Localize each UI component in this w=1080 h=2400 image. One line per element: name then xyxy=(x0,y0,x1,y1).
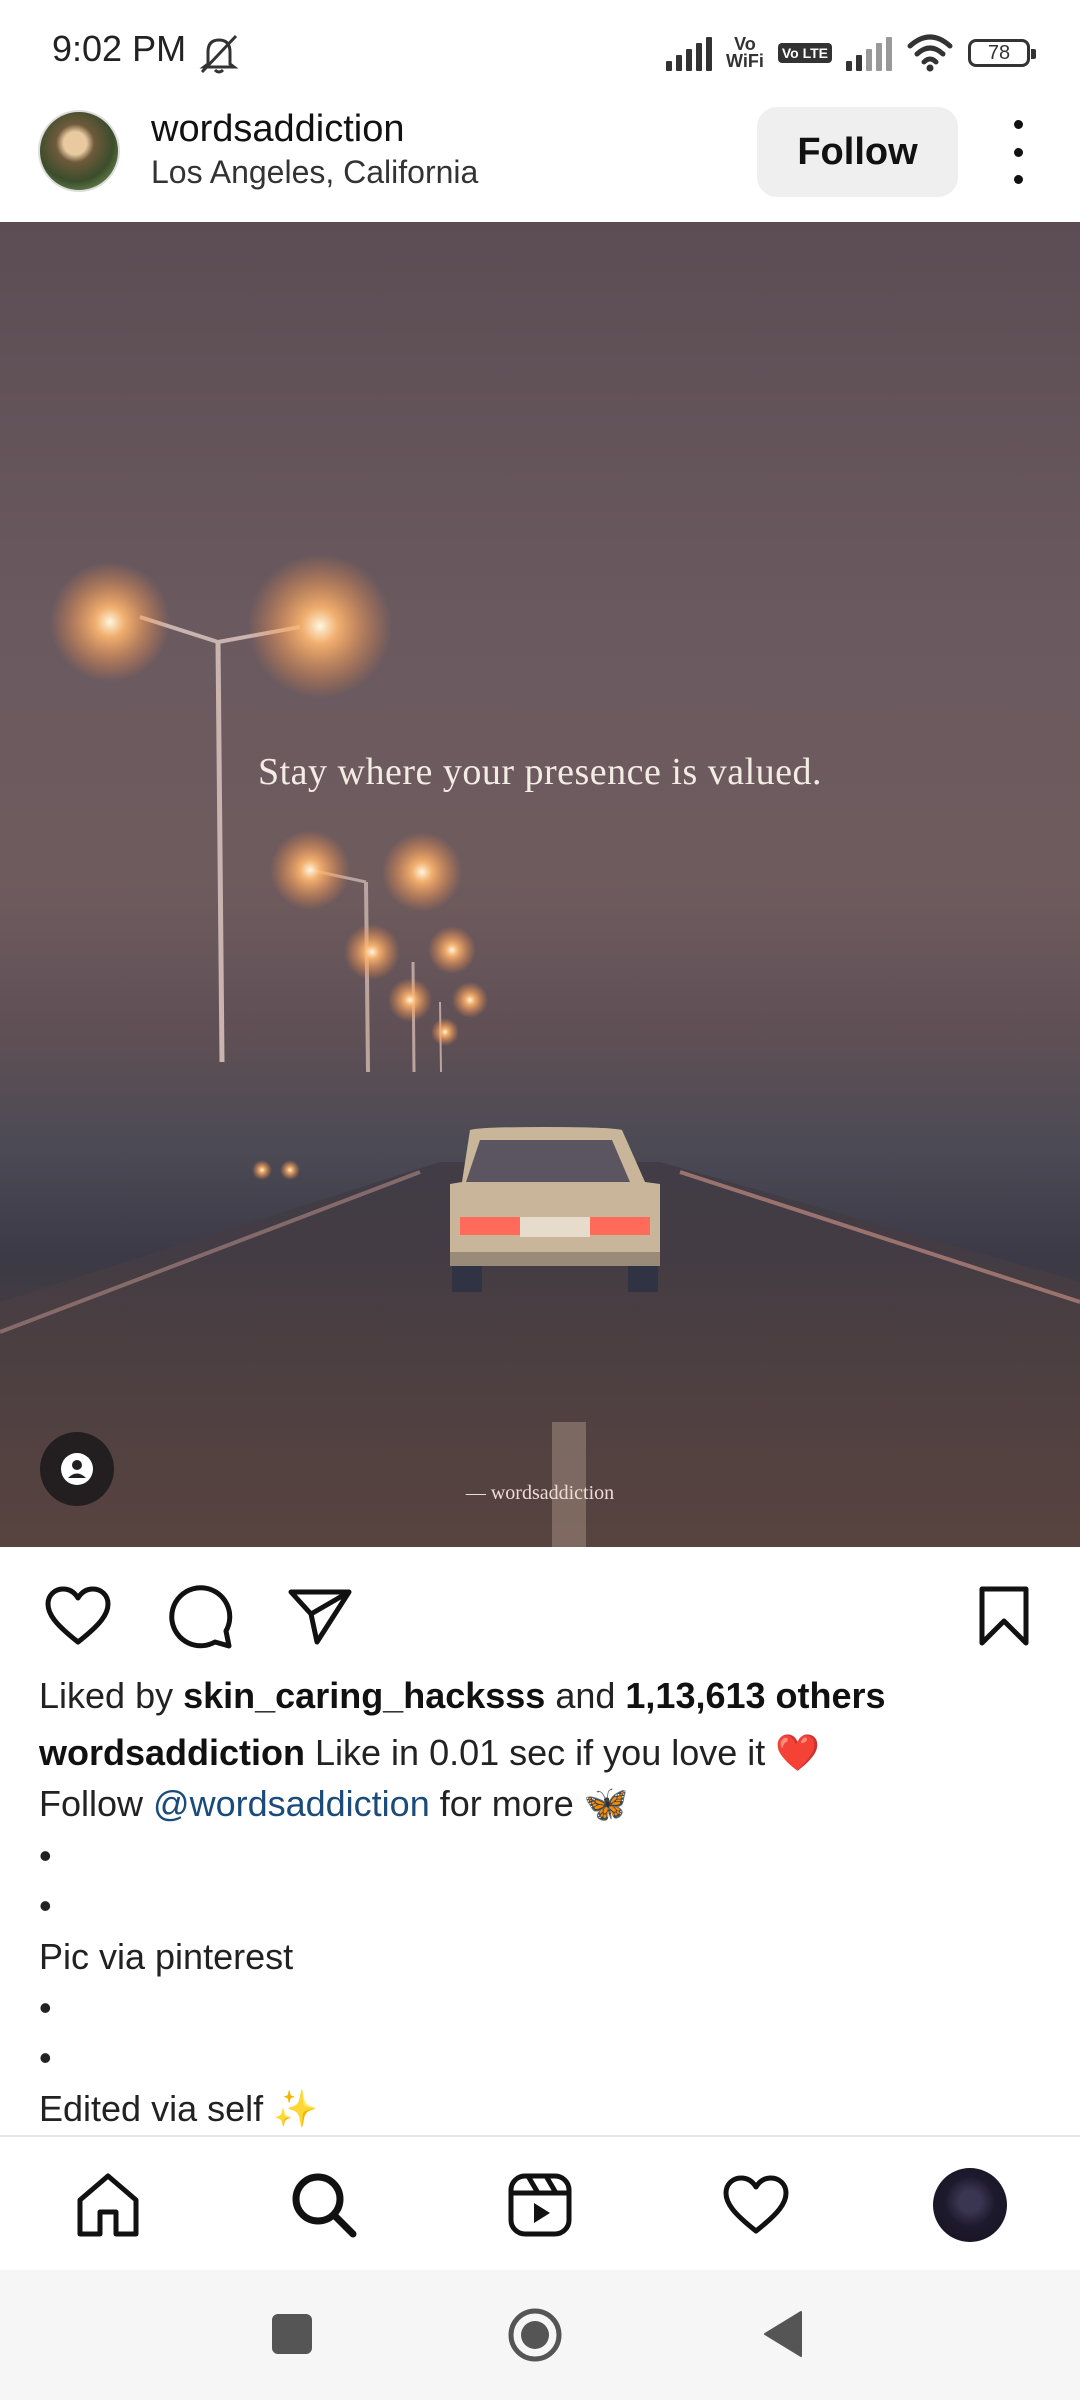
post-image[interactable]: Stay where your presence is valued. — wo… xyxy=(0,222,1080,1547)
caption-dot: • xyxy=(39,1987,52,2028)
caption-follow-text: Follow xyxy=(39,1783,154,1824)
activity-heart-icon[interactable] xyxy=(716,2165,796,2245)
user-avatar[interactable] xyxy=(38,110,120,192)
wifi-icon xyxy=(907,34,953,72)
battery-indicator: 78 xyxy=(968,39,1036,67)
image-quote-text: Stay where your presence is valued. xyxy=(257,751,823,793)
likes-and: and xyxy=(545,1675,626,1716)
mute-bell-icon xyxy=(199,34,239,74)
post-username[interactable]: wordsaddiction xyxy=(151,108,404,151)
caption-line-2: Follow @wordsaddiction for more 🦋 xyxy=(39,1783,629,1825)
status-bar: 9:02 PM Vo WiFi Vo LTE 78 xyxy=(0,0,1080,100)
caption-text-1: Like in 0.01 sec if you love it ❤️ xyxy=(305,1732,821,1773)
post-location[interactable]: Los Angeles, California xyxy=(151,154,478,191)
caption-line-3: Pic via pinterest xyxy=(39,1936,294,1977)
person-icon xyxy=(61,1453,93,1485)
more-options-icon[interactable] xyxy=(1000,120,1036,184)
status-time: 9:02 PM xyxy=(52,28,187,69)
status-icons: Vo WiFi Vo LTE 78 xyxy=(666,28,1036,78)
heart-icon[interactable] xyxy=(40,1580,116,1652)
home-icon[interactable] xyxy=(68,2165,148,2245)
profile-avatar xyxy=(933,2168,1007,2242)
cell-signal-2-icon xyxy=(846,35,892,71)
caption-dot: • xyxy=(39,2037,52,2078)
liked-by-user[interactable]: skin_caring_hacksss xyxy=(183,1675,545,1716)
caption-line-4: Edited via self ✨ xyxy=(39,2088,318,2129)
volte-badge: Vo LTE xyxy=(777,43,832,63)
caption-username[interactable]: wordsaddiction xyxy=(39,1732,305,1773)
send-icon[interactable] xyxy=(282,1580,358,1652)
search-icon[interactable] xyxy=(284,2165,364,2245)
bottom-nav xyxy=(0,2135,1080,2270)
likes-count[interactable]: 1,13,613 others xyxy=(625,1675,885,1716)
recents-button[interactable] xyxy=(270,2312,314,2356)
back-button[interactable] xyxy=(758,2308,806,2360)
caption-dot: • xyxy=(39,1835,52,1876)
image-credit-text: — wordsaddiction xyxy=(465,1482,615,1504)
tagged-people-button[interactable] xyxy=(40,1432,114,1506)
cell-signal-icon xyxy=(666,35,713,71)
reels-icon[interactable] xyxy=(500,2165,580,2245)
vowifi-label: Vo WiFi xyxy=(726,34,764,71)
bookmark-icon[interactable] xyxy=(966,1580,1042,1652)
likes-prefix: Liked by xyxy=(39,1675,184,1716)
caption-mention-link[interactable]: @wordsaddiction xyxy=(153,1783,430,1824)
caption-more-text: for more 🦋 xyxy=(429,1783,629,1824)
post-actions xyxy=(0,1560,1080,1660)
street-scene-illustration xyxy=(0,554,1080,1547)
caption-line-1: wordsaddiction Like in 0.01 sec if you l… xyxy=(39,1732,820,1774)
profile-tab[interactable] xyxy=(930,2165,1010,2245)
caption-dot: • xyxy=(39,1885,52,1926)
home-button[interactable] xyxy=(506,2306,564,2364)
comment-icon[interactable] xyxy=(162,1580,238,1652)
follow-button[interactable]: Follow xyxy=(757,107,958,197)
system-nav-bar xyxy=(0,2270,1080,2400)
likes-line: Liked by skin_caring_hacksss and 1,13,61… xyxy=(39,1675,886,1717)
